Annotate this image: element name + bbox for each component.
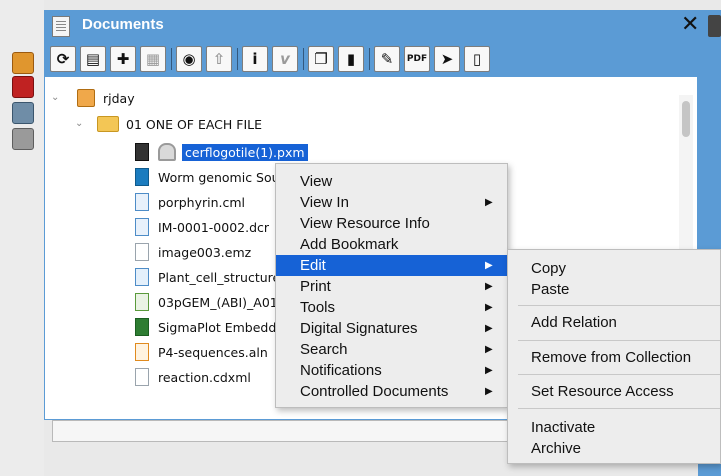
tree-root-label: rjday [103,90,135,106]
panel-grip-icon[interactable] [708,15,721,37]
file-label: P4-sequences.aln [158,344,268,360]
menu-separator [518,305,720,306]
menu-item-copy[interactable]: Copy [508,258,720,279]
pxm-file-icon [135,143,149,161]
list-item[interactable]: Plant_cell_structure_ [135,266,286,288]
list-item[interactable]: SigmaPlot Embedde [135,316,284,338]
tree-folder[interactable]: ⌄ 01 ONE OF EACH FILE [75,113,262,135]
file-label: IM-0001-0002.dcr [158,219,270,235]
menu-item-archive[interactable]: Archive [508,438,720,459]
file-label: Worm genomic Sout [158,169,285,185]
paste-icon[interactable]: ▮ [338,46,364,72]
aln-file-icon [135,343,149,361]
menu-item-edit[interactable]: Edit ▶ [276,255,507,276]
books-icon[interactable] [12,76,34,98]
list-item[interactable]: reaction.cdxml [135,366,251,388]
menu-item-notifications[interactable]: Notifications ▶ [276,360,507,381]
sync-icon[interactable]: ⟳ [50,46,76,72]
menu-item-view-resource-info[interactable]: View Resource Info [276,213,507,234]
copy-icon[interactable]: ❐ [308,46,334,72]
workspace-icon[interactable] [12,52,34,74]
lock-icon [158,143,176,161]
folder-icon [97,116,119,132]
window-title: Documents [82,16,164,33]
list-item[interactable]: Worm genomic Sout [135,166,284,188]
upload-icon[interactable]: ⇧ [206,46,232,72]
submenu-arrow-icon: ▶ [485,365,493,376]
add-icon[interactable]: ✚ [110,46,136,72]
menu-item-digital-signatures[interactable]: Digital Signatures ▶ [276,318,507,339]
list-item[interactable]: cerflogotile(1).pxm [135,141,308,163]
pin-icon[interactable]: ✎ [374,46,400,72]
menu-separator [518,408,720,409]
menu-item-inactivate[interactable]: Inactivate [508,417,720,438]
edit-submenu: Copy Paste Add Relation Remove from Coll… [507,249,721,464]
cml-file-icon [135,193,149,211]
title-bar: Documents ✕ [44,10,721,42]
svg-file-icon [135,268,149,286]
send-icon[interactable]: ➤ [434,46,460,72]
context-menu: View View In ▶ View Resource Info Add Boo… [275,163,508,408]
file-icon [135,368,149,386]
menu-item-view[interactable]: View [276,171,507,192]
tree-folder-label: 01 ONE OF EACH FILE [126,116,263,132]
tree-root[interactable]: ⌄ rjday [51,87,135,109]
submenu-arrow-icon: ▶ [485,260,493,271]
menu-item-search[interactable]: Search ▶ [276,339,507,360]
menu-separator [518,340,720,341]
list-item[interactable]: 03pGEM_(ABI)_A01 [135,291,278,313]
scrollbar-thumb[interactable] [682,101,690,137]
menu-item-controlled-documents[interactable]: Controlled Documents ▶ [276,381,507,402]
dcm-file-icon [135,218,149,236]
file-label: cerflogotile(1).pxm [182,143,308,161]
submenu-arrow-icon: ▶ [485,302,493,313]
view-icon[interactable]: ◉ [176,46,202,72]
file-icon [135,243,149,261]
chevron-down-icon[interactable]: ⌄ [51,92,59,103]
menu-item-paste[interactable]: Paste [508,279,720,300]
file-label: porphyrin.cml [158,194,246,210]
submenu-arrow-icon: ▶ [485,386,493,397]
menu-item-add-bookmark[interactable]: Add Bookmark [276,234,507,255]
menu-item-add-relation[interactable]: Add Relation [508,312,720,333]
drive-icon[interactable] [12,128,34,150]
document-icon [52,16,70,37]
menu-item-print[interactable]: Print ▶ [276,276,507,297]
menu-item-remove-from-collection[interactable]: Remove from Collection [508,347,720,368]
submenu-arrow-icon: ▶ [485,344,493,355]
file-label: image003.emz [158,244,252,260]
file-label: reaction.cdxml [158,369,251,385]
file-label: 03pGEM_(ABI)_A01 [158,294,278,310]
submenu-arrow-icon: ▶ [485,197,493,208]
italic-v-icon[interactable]: v [272,46,298,72]
clipboard-list-icon[interactable]: ▦ [140,46,166,72]
file-label: SigmaPlot Embedde [158,319,284,335]
list-item[interactable]: IM-0001-0002.dcr [135,216,269,238]
menu-item-tools[interactable]: Tools ▶ [276,297,507,318]
list-item[interactable]: P4-sequences.aln [135,341,268,363]
list-item[interactable]: image003.emz [135,241,251,263]
menu-separator [518,374,720,375]
list-item[interactable]: porphyrin.cml [135,191,245,213]
submenu-arrow-icon: ▶ [485,281,493,292]
left-dock [0,0,44,476]
close-icon[interactable]: ✕ [681,13,699,37]
submenu-arrow-icon: ▶ [485,323,493,334]
user-folder-icon [77,89,95,107]
toolbar: ⟳ ▤ ✚ ▦ ◉ ⇧ i v ❐ ▮ ✎ PDF ➤ ▯ [44,42,721,76]
doc-file-icon [135,168,149,186]
xls-file-icon [135,318,149,336]
menu-item-set-resource-access[interactable]: Set Resource Access [508,381,720,402]
dna-file-icon [135,293,149,311]
network-icon[interactable] [12,102,34,124]
book-icon[interactable]: ▯ [464,46,490,72]
menu-item-view-in[interactable]: View In ▶ [276,192,507,213]
add-document-icon[interactable]: ▤ [80,46,106,72]
file-label: Plant_cell_structure_ [158,269,287,285]
info-icon[interactable]: i [242,46,268,72]
pdf-icon[interactable]: PDF [404,46,430,72]
chevron-down-icon[interactable]: ⌄ [75,118,83,129]
